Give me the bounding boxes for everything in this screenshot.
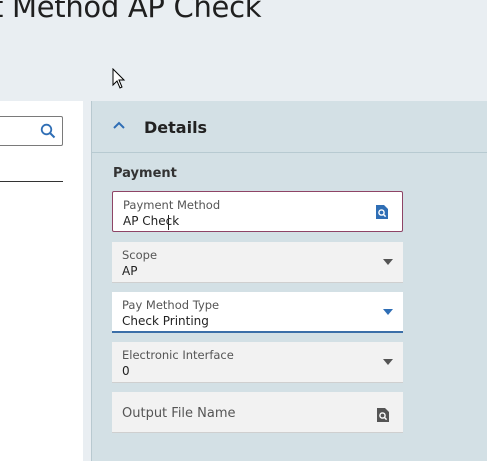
payment-method-value[interactable]: AP Check — [123, 214, 179, 228]
details-header[interactable]: Details — [92, 101, 487, 153]
electronic-interface-field[interactable]: Electronic Interface 0 — [112, 342, 403, 383]
pay-method-type-field[interactable]: Pay Method Type Check Printing — [112, 292, 403, 333]
payment-method-field[interactable]: Payment Method AP Check — [112, 191, 403, 232]
search-icon[interactable] — [40, 123, 56, 139]
chevron-down-icon[interactable] — [383, 309, 393, 315]
output-file-name-field[interactable]: Output File Name — [112, 392, 403, 433]
chevron-down-icon[interactable] — [383, 359, 393, 365]
title-bar: t Method AP Check — [0, 0, 487, 100]
page-title: t Method AP Check — [0, 0, 262, 24]
divider-line — [0, 181, 63, 182]
electronic-interface-value: 0 — [122, 364, 130, 378]
pay-method-type-label: Pay Method Type — [122, 298, 220, 312]
electronic-interface-label: Electronic Interface — [122, 348, 234, 362]
details-panel: Details Payment Payment Method AP Check … — [91, 101, 487, 461]
chevron-down-icon[interactable] — [383, 259, 393, 265]
scope-field[interactable]: Scope AP — [112, 242, 403, 283]
details-title: Details — [144, 118, 208, 137]
pay-method-type-value: Check Printing — [122, 314, 209, 328]
section-label-payment: Payment — [113, 166, 177, 181]
scope-value: AP — [122, 264, 138, 278]
lookup-icon[interactable] — [376, 407, 390, 423]
mouse-cursor-icon — [112, 68, 126, 89]
lookup-icon[interactable] — [375, 204, 389, 220]
output-file-name-placeholder: Output File Name — [122, 406, 236, 421]
chevron-up-icon[interactable] — [112, 120, 126, 130]
text-caret — [168, 215, 169, 230]
payment-method-label: Payment Method — [123, 198, 221, 212]
left-panel — [0, 101, 83, 461]
search-input[interactable] — [0, 116, 63, 146]
scope-label: Scope — [122, 248, 158, 262]
panel-gap — [83, 101, 91, 461]
